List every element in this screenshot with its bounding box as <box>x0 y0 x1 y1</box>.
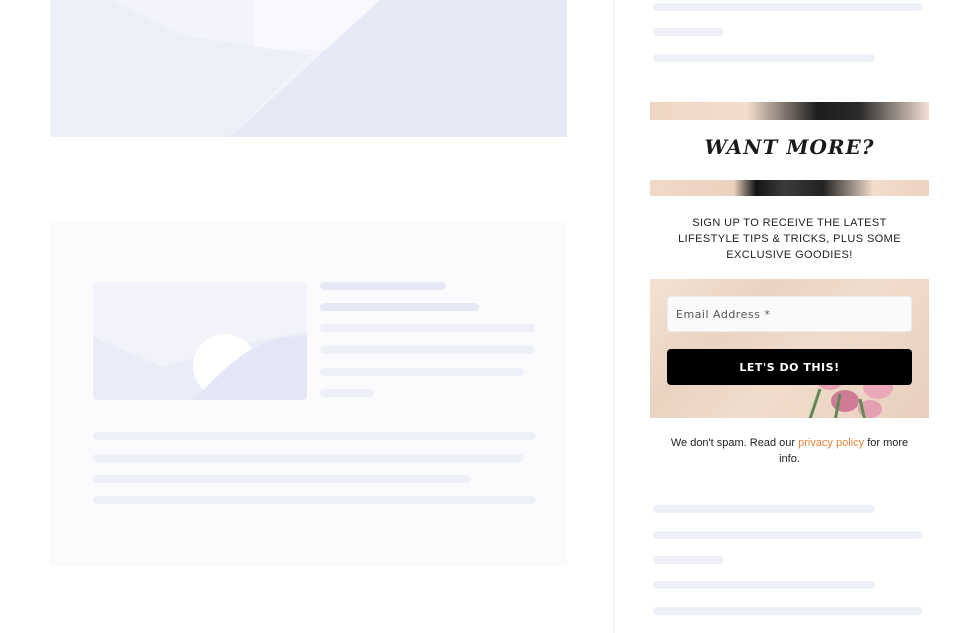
skeleton-line <box>653 28 724 36</box>
skeleton-line <box>320 324 535 332</box>
skeleton-line <box>653 556 724 564</box>
skeleton-line <box>320 368 524 376</box>
skeleton-line <box>653 505 875 513</box>
skeleton-line <box>653 581 875 589</box>
optin-description: SIGN UP TO RECEIVE THE LATEST LIFESTYLE … <box>678 217 901 261</box>
skeleton-line <box>653 607 922 615</box>
submit-button[interactable]: LET'S DO THIS! <box>667 349 912 385</box>
post-card-placeholder <box>50 222 567 566</box>
skeleton-line <box>93 454 524 462</box>
main-column <box>0 0 613 633</box>
optin-headline: WANT MORE? <box>704 135 875 159</box>
skeleton-line <box>93 475 471 483</box>
privacy-policy-link[interactable]: privacy policy <box>798 437 864 449</box>
skeleton-line <box>93 496 535 504</box>
sidebar: WANT MORE? SIGN UP TO RECEIVE THE LATEST… <box>615 0 960 633</box>
skeleton-line <box>320 303 479 311</box>
skeleton-line <box>320 282 446 290</box>
skeleton-line <box>93 432 535 440</box>
skeleton-line <box>653 531 922 539</box>
optin-form-area: LET'S DO THIS! <box>650 279 929 418</box>
skeleton-line <box>320 346 535 354</box>
newsletter-optin-widget: WANT MORE? SIGN UP TO RECEIVE THE LATEST… <box>650 102 929 467</box>
skeleton-line <box>320 389 374 397</box>
skeleton-line <box>653 3 922 11</box>
email-input[interactable] <box>667 296 912 332</box>
optin-banner: WANT MORE? <box>650 102 929 196</box>
card-thumbnail-placeholder <box>93 282 307 400</box>
banner-photo-strip <box>650 102 929 120</box>
banner-photo-strip <box>650 180 929 196</box>
privacy-disclaimer: We don't spam. Read our privacy policy f… <box>670 435 909 467</box>
image-placeholder-icon <box>50 0 567 137</box>
image-placeholder-icon <box>93 332 307 400</box>
hero-image-placeholder <box>50 0 567 137</box>
disclaimer-text: We don't spam. Read our <box>670 437 796 449</box>
skeleton-line <box>653 54 875 62</box>
